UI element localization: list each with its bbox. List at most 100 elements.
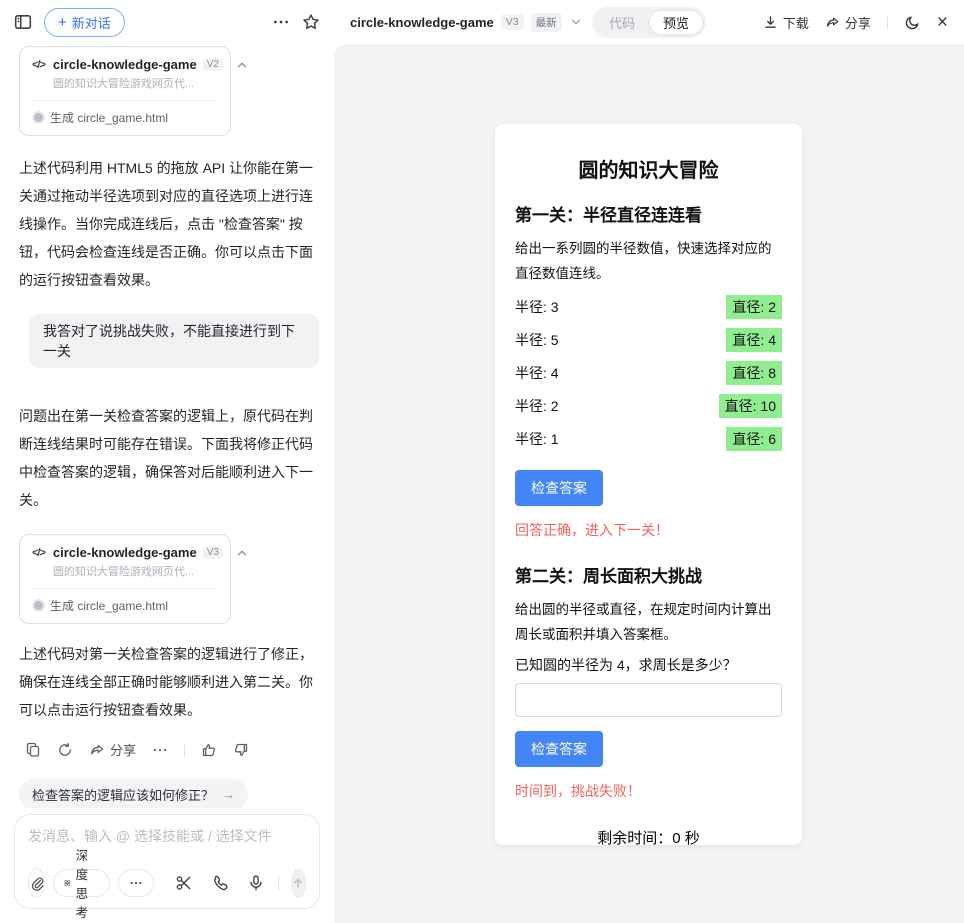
regenerate-icon[interactable] bbox=[57, 742, 73, 758]
chevron-down-icon[interactable] bbox=[569, 15, 583, 29]
share-label: 分享 bbox=[110, 740, 136, 759]
share-icon bbox=[825, 15, 840, 30]
radius-label[interactable]: 半径: 1 bbox=[515, 429, 559, 449]
radius-label[interactable]: 半径: 4 bbox=[515, 363, 559, 383]
chevron-up-icon[interactable] bbox=[235, 546, 249, 560]
download-label: 下载 bbox=[783, 13, 809, 32]
artifact-subtitle: 圆的知识大冒险游戏网页代... bbox=[53, 563, 218, 579]
download-button[interactable]: 下载 bbox=[763, 13, 809, 32]
sidebar-toggle-icon[interactable] bbox=[14, 13, 32, 31]
composer-toolbar: 深度思考 bbox=[28, 868, 306, 898]
new-chat-label: 新对话 bbox=[72, 13, 111, 32]
screenshot-scissors-icon[interactable] bbox=[175, 874, 193, 892]
chat-scroll-area[interactable]: </> circle-knowledge-game V2 圆的知识大冒险游戏网页… bbox=[0, 44, 334, 808]
latest-badge: 最新 bbox=[531, 13, 562, 32]
level2-question: 已知圆的半径为 4，求周长是多少？ bbox=[515, 655, 782, 675]
diameter-label[interactable]: 直径: 4 bbox=[726, 328, 782, 352]
game-title: 圆的知识大冒险 bbox=[515, 154, 782, 183]
view-toggle: 代码 预览 bbox=[592, 7, 706, 38]
artifact-title: circle-knowledge-game bbox=[53, 545, 197, 560]
chat-header: + 新对话 bbox=[0, 0, 334, 44]
level2-description: 给出圆的半径或直径，在规定时间内计算出周长或面积并填入答案框。 bbox=[515, 597, 782, 647]
user-message-bubble: 我答对了说挑战失败，不能直接进行到下一关 bbox=[29, 314, 319, 368]
send-button[interactable] bbox=[291, 868, 306, 898]
answer-input[interactable] bbox=[515, 683, 782, 717]
close-icon[interactable]: × bbox=[937, 13, 948, 32]
artifact-status: 生成 circle_game.html bbox=[50, 109, 168, 126]
level2-result-message: 时间到，挑战失败！ bbox=[515, 781, 782, 801]
artifact-subtitle: 圆的知识大冒险游戏网页代... bbox=[53, 75, 218, 91]
assistant-message: 问题出在第一关检查答案的逻辑上，原代码在判断连线结果时可能存在错误。下面我将修正… bbox=[19, 402, 319, 514]
message-input[interactable] bbox=[28, 828, 306, 844]
share-button[interactable]: 分享 bbox=[89, 740, 136, 759]
call-icon[interactable] bbox=[211, 874, 229, 892]
more-actions-icon[interactable] bbox=[152, 742, 168, 758]
timer-text: 剩余时间：0 秒 bbox=[515, 827, 782, 845]
assistant-message: 上述代码利用 HTML5 的拖放 API 让你能在第一关通过拖动半径选项到对应的… bbox=[19, 154, 319, 294]
divider bbox=[278, 876, 279, 890]
diameter-label[interactable]: 直径: 6 bbox=[726, 427, 782, 451]
preview-area: 圆的知识大冒险 第一关：半径直径连连看 给出一系列圆的半径数值，快速选择对应的直… bbox=[334, 44, 964, 923]
level1-heading: 第一关：半径直径连连看 bbox=[515, 201, 782, 226]
deep-think-button[interactable]: 深度思考 bbox=[53, 869, 110, 897]
diameter-label[interactable]: 直径: 2 bbox=[726, 295, 782, 319]
plus-icon: + bbox=[58, 15, 67, 30]
artifact-panel: circle-knowledge-game V3 最新 代码 预览 下载 分享 bbox=[334, 0, 964, 923]
dark-mode-moon-icon[interactable] bbox=[904, 14, 921, 31]
diameter-label[interactable]: 直径: 8 bbox=[726, 361, 782, 385]
assistant-message: 上述代码对第一关检查答案的逻辑进行了修正，确保在连线全部正确时能够顺利进入第二关… bbox=[19, 640, 319, 724]
radius-label[interactable]: 半径: 5 bbox=[515, 330, 559, 350]
status-dot-icon bbox=[34, 113, 43, 122]
thumbs-up-icon[interactable] bbox=[201, 742, 217, 758]
pair-row: 半径: 3 直径: 2 bbox=[515, 295, 782, 319]
thumbs-down-icon[interactable] bbox=[233, 742, 249, 758]
tab-preview[interactable]: 预览 bbox=[649, 10, 703, 35]
suggestion-label: 检查答案的逻辑应该如何修正？ bbox=[32, 785, 214, 804]
code-icon: </> bbox=[32, 547, 45, 579]
pair-row: 半径: 2 直径: 10 bbox=[515, 394, 782, 418]
deep-think-label: 深度思考 bbox=[76, 845, 100, 921]
pair-row: 半径: 1 直径: 6 bbox=[515, 427, 782, 451]
chevron-up-icon[interactable] bbox=[235, 58, 249, 72]
composer: 深度思考 bbox=[14, 814, 320, 909]
new-chat-button[interactable]: + 新对话 bbox=[44, 8, 125, 37]
copy-icon[interactable] bbox=[25, 742, 41, 758]
artifact-header: circle-knowledge-game V3 最新 代码 预览 下载 分享 bbox=[334, 0, 964, 44]
artifact-panel-title: circle-knowledge-game bbox=[350, 15, 494, 30]
tab-code[interactable]: 代码 bbox=[595, 10, 649, 35]
artifact-title: circle-knowledge-game bbox=[53, 57, 197, 72]
share-button-header[interactable]: 分享 bbox=[825, 13, 871, 32]
version-badge: V2 bbox=[203, 58, 223, 71]
voice-mic-icon[interactable] bbox=[247, 874, 265, 892]
pair-row: 半径: 5 直径: 4 bbox=[515, 328, 782, 352]
level2-check-button[interactable]: 检查答案 bbox=[515, 731, 603, 767]
code-icon: </> bbox=[32, 59, 45, 91]
attach-button[interactable] bbox=[28, 868, 45, 898]
share-label: 分享 bbox=[845, 13, 871, 32]
level1-check-button[interactable]: 检查答案 bbox=[515, 470, 603, 506]
diameter-label[interactable]: 直径: 10 bbox=[719, 394, 782, 418]
artifact-status: 生成 circle_game.html bbox=[50, 597, 168, 614]
divider bbox=[887, 15, 888, 29]
app-window: + 新对话 </> circle-knowledge-game V2 bbox=[0, 0, 964, 923]
deep-think-icon bbox=[64, 876, 71, 890]
artifact-card-v3[interactable]: </> circle-knowledge-game V3 圆的知识大冒险游戏网页… bbox=[19, 534, 231, 624]
level1-result-message: 回答正确，进入下一关！ bbox=[515, 520, 782, 540]
game-preview-card: 圆的知识大冒险 第一关：半径直径连连看 给出一系列圆的半径数值，快速选择对应的直… bbox=[495, 124, 802, 845]
radius-label[interactable]: 半径: 3 bbox=[515, 297, 559, 317]
version-badge: V3 bbox=[203, 546, 223, 559]
divider bbox=[184, 743, 185, 757]
level2-heading: 第二关：周长面积大挑战 bbox=[515, 562, 782, 587]
status-dot-icon bbox=[34, 601, 43, 610]
radius-label[interactable]: 半径: 2 bbox=[515, 396, 559, 416]
star-icon[interactable] bbox=[302, 13, 320, 31]
message-actions: 分享 bbox=[25, 740, 319, 759]
pair-row: 半径: 4 直径: 8 bbox=[515, 361, 782, 385]
composer-more-button[interactable] bbox=[118, 869, 154, 897]
chat-panel: + 新对话 </> circle-knowledge-game V2 bbox=[0, 0, 334, 923]
arrow-up-icon bbox=[291, 876, 305, 890]
more-menu-icon[interactable] bbox=[272, 13, 290, 31]
download-icon bbox=[763, 15, 778, 30]
artifact-card-v2[interactable]: </> circle-knowledge-game V2 圆的知识大冒险游戏网页… bbox=[19, 46, 231, 136]
suggestion-chip[interactable]: 检查答案的逻辑应该如何修正？ → bbox=[19, 779, 248, 808]
